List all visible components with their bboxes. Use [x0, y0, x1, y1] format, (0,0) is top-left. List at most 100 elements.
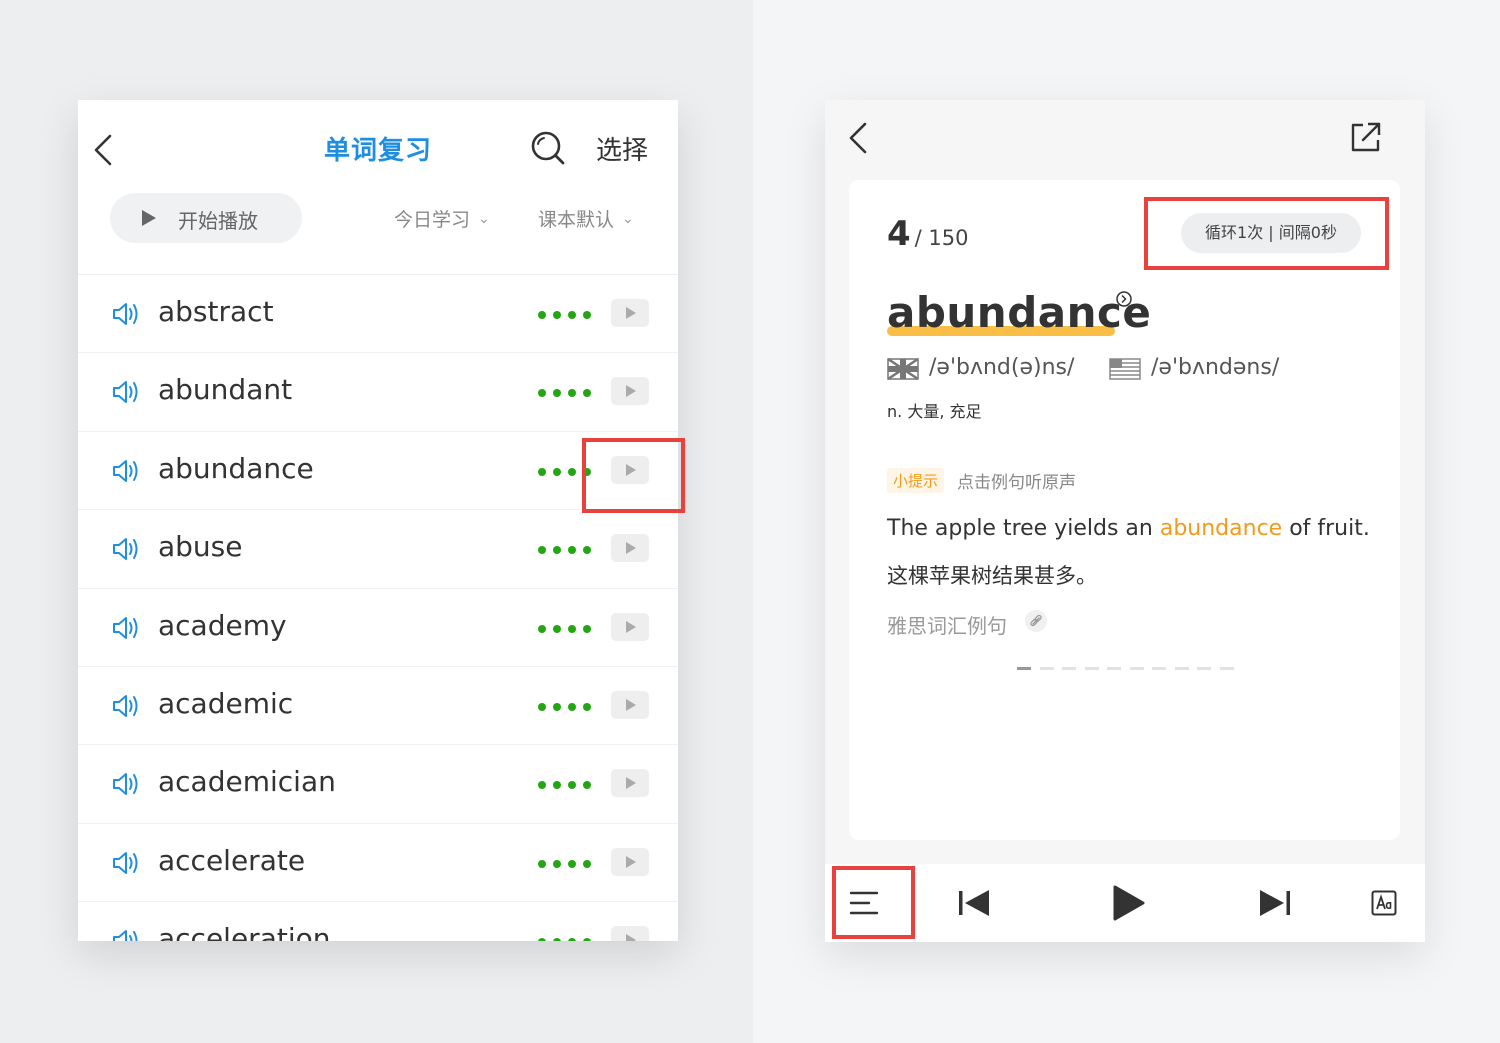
pager-dot[interactable]	[1152, 667, 1166, 670]
search-icon[interactable]	[530, 130, 566, 166]
progress-dot	[553, 859, 561, 868]
word-text: abuse	[158, 530, 243, 564]
pager-dot[interactable]	[1039, 667, 1054, 670]
speaker-icon[interactable]	[111, 299, 141, 329]
today-study-dropdown[interactable]: 今日学习 ⌄	[394, 205, 490, 232]
progress-dot	[538, 467, 546, 476]
play-icon	[626, 698, 636, 711]
progress-dot	[568, 546, 576, 555]
play-icon	[626, 934, 636, 941]
word-row[interactable]: academic	[78, 667, 678, 746]
pager-dot[interactable]	[1129, 667, 1144, 670]
pager-dot[interactable]	[1174, 667, 1189, 670]
example-en-before: The apple tree yields an	[887, 516, 1160, 541]
speaker-icon[interactable]	[111, 377, 141, 407]
next-icon[interactable]	[1258, 888, 1292, 918]
progress-dot	[568, 702, 576, 711]
row-play-button[interactable]	[611, 690, 649, 719]
example-pager	[1017, 667, 1237, 671]
word-row[interactable]: abstract	[78, 275, 678, 354]
play-icon	[142, 210, 156, 226]
select-button[interactable]: 选择	[596, 130, 648, 167]
word-row[interactable]: abuse	[78, 510, 678, 589]
expand-circle-icon[interactable]	[1115, 290, 1133, 308]
progress-dot	[568, 624, 576, 633]
progress-dot	[553, 702, 561, 711]
progress-dot	[583, 389, 591, 398]
word-row[interactable]: abundance	[78, 432, 678, 511]
page-title: 单词复习	[323, 136, 432, 166]
progress-dot	[553, 938, 561, 941]
uk-flag-icon[interactable]	[887, 358, 919, 380]
speaker-icon[interactable]	[111, 613, 141, 643]
progress-dot	[553, 467, 561, 476]
word-row[interactable]: accelerate	[78, 824, 678, 903]
progress-dots	[538, 546, 592, 555]
progress-dots	[538, 859, 592, 868]
row-play-button[interactable]	[611, 612, 649, 641]
total-count: / 150	[914, 226, 969, 250]
progress-dot	[538, 702, 546, 711]
speaker-icon[interactable]	[111, 769, 141, 799]
row-play-button[interactable]	[611, 455, 649, 484]
row-play-button[interactable]	[611, 847, 649, 876]
current-index: 4	[887, 214, 911, 254]
bottom-toolbar	[825, 864, 1425, 942]
pager-dot[interactable]	[1062, 667, 1076, 670]
play-icon	[626, 463, 636, 476]
word-row[interactable]: acceleration	[78, 902, 678, 941]
progress-dot	[583, 311, 591, 319]
word-list: abstract abundant abundance abuse academy aca…	[78, 275, 678, 941]
share-icon[interactable]	[1349, 120, 1383, 154]
word-text: accelerate	[158, 843, 306, 877]
progress-dot	[538, 859, 546, 868]
speaker-icon[interactable]	[111, 926, 141, 941]
row-play-button[interactable]	[611, 534, 649, 563]
progress-dot	[538, 624, 546, 633]
textbook-order-dropdown[interactable]: 课本默认 ⌄	[538, 205, 634, 232]
pager-dot[interactable]	[1197, 667, 1211, 670]
example-en-highlight: abundance	[1159, 516, 1283, 541]
speaker-icon[interactable]	[111, 534, 141, 564]
row-play-button[interactable]	[611, 769, 649, 798]
word-card: 4/ 150 循环1次 | 间隔0秒 abundance /ə'bʌnd(ə)n…	[849, 180, 1400, 840]
progress-dots	[538, 467, 592, 476]
word-row[interactable]: academy	[78, 589, 678, 667]
back-arrow-icon[interactable]	[845, 120, 875, 156]
speaker-icon[interactable]	[111, 848, 141, 878]
link-icon[interactable]	[1025, 610, 1047, 632]
pager-dot[interactable]	[1084, 667, 1099, 670]
back-arrow-icon[interactable]	[90, 132, 120, 168]
progress-dot	[583, 467, 591, 476]
loop-setting-button[interactable]: 循环1次 | 间隔0秒	[1181, 213, 1361, 253]
us-flag-icon[interactable]	[1109, 358, 1141, 380]
example-sentence-en[interactable]: The apple tree yields an abundance of fr…	[887, 516, 1370, 541]
speaker-icon[interactable]	[111, 456, 141, 486]
start-playback-button[interactable]: 开始播放	[110, 193, 302, 243]
progress-dot	[583, 624, 591, 633]
font-size-icon[interactable]	[1371, 890, 1397, 916]
tip-text: 点击例句听原声	[957, 473, 1076, 493]
progress-dot	[568, 467, 576, 476]
us-phonetic[interactable]: /ə'bʌndəns/	[1151, 355, 1279, 380]
row-play-button[interactable]	[611, 299, 649, 327]
word-review-screen: 单词复习 选择 开始播放 今日学习 ⌄ 课本默认 ⌄ abstract abundan…	[78, 100, 678, 941]
pager-dot[interactable]	[1219, 667, 1234, 670]
previous-icon[interactable]	[957, 888, 991, 918]
speaker-icon[interactable]	[111, 691, 141, 721]
progress-dots	[538, 624, 592, 633]
row-play-button[interactable]	[611, 377, 649, 406]
pager-dot[interactable]	[1107, 667, 1121, 670]
pager-dot[interactable]	[1017, 667, 1031, 670]
uk-phonetic[interactable]: /ə'bʌnd(ə)ns/	[929, 355, 1074, 380]
play-icon[interactable]	[1111, 884, 1145, 922]
example-source: 雅思词汇例句	[887, 614, 1007, 638]
progress-dots	[538, 311, 592, 319]
word-row[interactable]: academician	[78, 745, 678, 824]
word-row[interactable]: abundant	[78, 353, 678, 432]
progress-dots	[538, 389, 592, 398]
list-menu-icon[interactable]	[849, 890, 879, 916]
word-text: abundant	[158, 373, 293, 407]
progress-dot	[583, 781, 591, 790]
row-play-button[interactable]	[611, 926, 649, 941]
